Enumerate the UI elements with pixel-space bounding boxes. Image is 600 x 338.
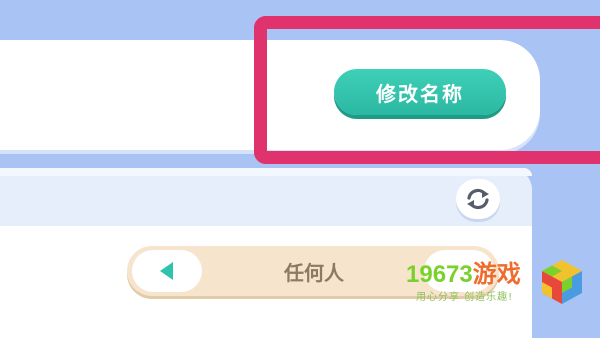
visibility-value: 任何人 [284, 260, 344, 285]
refresh-icon [467, 188, 489, 210]
prev-option-button[interactable] [132, 250, 202, 292]
watermark-number: 19673 [406, 261, 473, 288]
panel-header [0, 168, 532, 226]
refresh-button[interactable] [456, 179, 500, 219]
watermark-brand: 游戏 [472, 261, 521, 288]
site-watermark: 19673游戏 用心分享 创造乐趣! [406, 254, 596, 316]
triangle-left-icon [160, 262, 173, 280]
highlight-frame [254, 16, 600, 164]
panel-header-shade [0, 168, 532, 176]
watermark-slogan: 用心分享 创造乐趣! [416, 292, 514, 303]
watermark-title: 19673游戏 [406, 254, 521, 289]
cube-logo-icon [542, 260, 582, 304]
